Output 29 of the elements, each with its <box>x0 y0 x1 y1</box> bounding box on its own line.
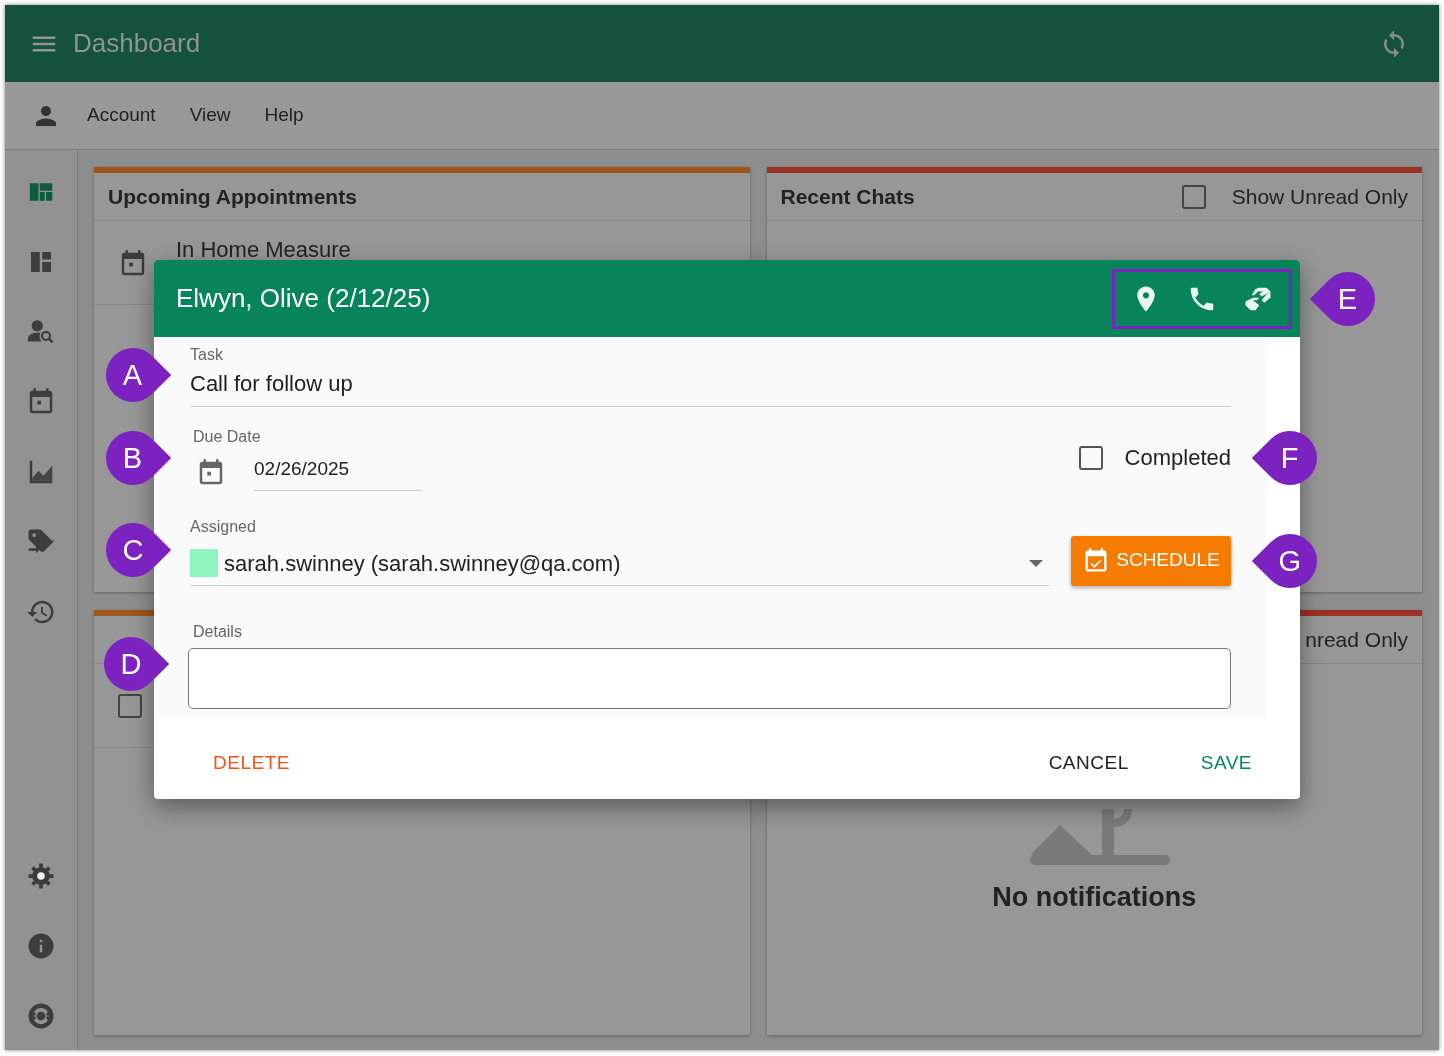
field-label: Due Date <box>192 427 262 447</box>
panel-title: Upcoming Appointments <box>108 183 358 210</box>
save-button[interactable]: SAVE <box>1200 744 1252 781</box>
menu-item[interactable]: View <box>189 101 231 130</box>
settings-icon[interactable] <box>26 861 56 891</box>
cancel-button[interactable]: CANCEL <box>1048 744 1129 781</box>
field-label: Details <box>192 621 243 642</box>
field-label: Task <box>190 345 224 365</box>
info-icon[interactable] <box>26 931 56 961</box>
menu-item[interactable]: Account <box>87 101 156 130</box>
filter-label[interactable]: Show Unread Only <box>1231 180 1408 213</box>
lifebuoy-icon[interactable] <box>26 1001 56 1031</box>
checkbox[interactable] <box>118 694 142 718</box>
delete-button[interactable]: DELETE <box>213 744 290 781</box>
checkbox[interactable] <box>1181 184 1206 209</box>
details-field[interactable] <box>188 647 1231 709</box>
caret-icon <box>1029 559 1043 567</box>
checkbox-label[interactable]: Completed <box>1124 441 1231 475</box>
panel-title: Recent Chats <box>780 183 916 210</box>
filter-label[interactable]: nread Only <box>1305 623 1408 656</box>
checkbox[interactable] <box>1078 445 1103 470</box>
field-label: Assigned <box>190 516 257 537</box>
app-title: Dashboard <box>73 27 201 60</box>
menu-item[interactable]: Help <box>264 101 304 130</box>
date-field[interactable]: 02/26/2025 <box>254 455 422 491</box>
dialog-title: Elwyn, Olive (2/12/25) <box>176 282 432 315</box>
empty-message: No notifications <box>992 880 1197 914</box>
assignee-select[interactable]: sarah.swinney (sarah.swinney@qa.com) <box>190 542 1049 586</box>
task-field[interactable]: Call for follow up <box>190 367 1231 407</box>
